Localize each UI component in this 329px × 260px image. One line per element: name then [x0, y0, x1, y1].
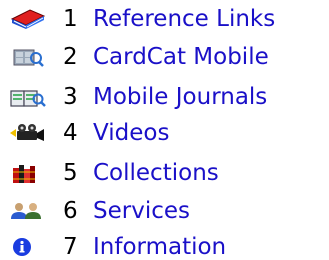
- menu-item-information[interactable]: 7 Information: [0, 232, 329, 260]
- menu-item-number: 1: [63, 6, 78, 32]
- menu-item-number: 2: [63, 44, 78, 70]
- menu-item-reference-links[interactable]: 1 Reference Links: [0, 4, 329, 34]
- mobile-menu: 1 Reference Links 2 CardCat Mobile 3 Mob…: [0, 0, 329, 260]
- menu-item-label[interactable]: Mobile Journals: [93, 82, 267, 112]
- menu-item-label[interactable]: Services: [93, 196, 190, 226]
- menu-item-services[interactable]: 6 Services: [0, 196, 329, 226]
- menu-item-number: 3: [63, 84, 78, 110]
- menu-item-label[interactable]: Videos: [93, 118, 169, 148]
- info-icon: [8, 235, 48, 259]
- books-icon: [8, 161, 48, 185]
- menu-item-number: 7: [63, 234, 78, 260]
- menu-item-label[interactable]: Information: [93, 232, 226, 260]
- people-icon: [8, 199, 48, 223]
- book-icon: [8, 7, 48, 31]
- video-camera-icon: [8, 121, 48, 145]
- journals-search-icon: [8, 85, 48, 109]
- menu-item-number: 6: [63, 198, 78, 224]
- menu-item-cardcat-mobile[interactable]: 2 CardCat Mobile: [0, 42, 329, 72]
- menu-item-number: 4: [63, 120, 78, 146]
- menu-item-collections[interactable]: 5 Collections: [0, 158, 329, 188]
- menu-item-videos[interactable]: 4 Videos: [0, 118, 329, 148]
- card-catalog-icon: [8, 45, 48, 69]
- menu-item-label[interactable]: Reference Links: [93, 4, 275, 34]
- menu-item-label[interactable]: CardCat Mobile: [93, 42, 269, 72]
- menu-item-label[interactable]: Collections: [93, 158, 219, 188]
- menu-item-mobile-journals[interactable]: 3 Mobile Journals: [0, 82, 329, 112]
- menu-item-number: 5: [63, 160, 78, 186]
